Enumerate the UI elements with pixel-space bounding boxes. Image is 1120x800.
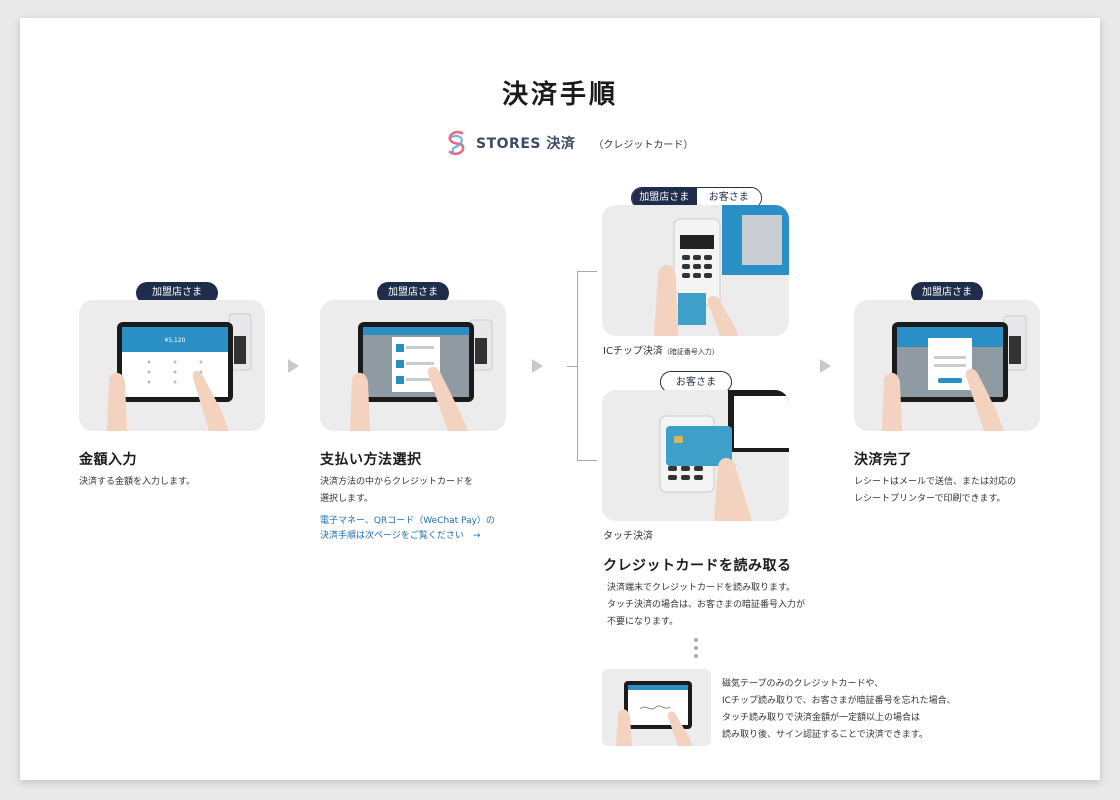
link-line[interactable]: 決済手順は次ページをご覧ください → (320, 529, 495, 544)
step3-desc-line: タッチ決済の場合は、お客さまの暗証番号入力が (607, 600, 806, 610)
ic-caption: ICチップ決済（暗証番号入力） (603, 342, 719, 357)
step3-desc: 決済端末でクレジットカードを読み取ります。 タッチ決済の場合は、お客さまの暗証番… (607, 580, 805, 631)
brand-subtitle: （クレジットカード） (593, 139, 694, 151)
stores-logo-icon (448, 130, 465, 156)
note-line: タッチ読み取りで決済金額が一定額以上の場合は (722, 713, 921, 723)
ellipsis-dot (694, 654, 698, 658)
signature-note: 磁気テープのみのクレジットカードや、 ICチップ読み取りで、お客さまが暗証番号を… (722, 676, 956, 744)
signature-photo (602, 669, 711, 746)
signature-tablet-illustration (616, 681, 692, 746)
step1-photo: ¥5,120 (79, 300, 265, 431)
step2-desc-line: 選択します。 (320, 494, 374, 504)
step1-desc: 決済する金額を入力します。 (79, 474, 195, 491)
step1-title: 金額入力 (79, 452, 137, 468)
step4-title: 決済完了 (854, 452, 912, 468)
tablet-method-illustration (350, 319, 493, 431)
step3-desc-line: 不要になります。 (607, 617, 679, 627)
step2-desc-line: 決済方法の中からクレジットカードを (320, 477, 474, 487)
note-line: 読み取り後、サイン認証することで決済できます。 (722, 730, 928, 740)
touch-photo (602, 390, 789, 521)
touch-terminal-illustration (659, 390, 789, 521)
note-line: 磁気テープのみのクレジットカードや、 (722, 679, 884, 689)
ic-caption-note: （暗証番号入力） (662, 348, 719, 356)
step2-title: 支払い方法選択 (320, 452, 422, 468)
step4-photo (854, 300, 1040, 431)
ic-caption-text: ICチップ決済 (603, 346, 663, 357)
step4-desc-line: レシートプリンターで印刷できます。 (854, 494, 1006, 504)
bracket-stem (567, 366, 577, 367)
bracket-vertical (577, 271, 578, 461)
tablet-amount-illustration: ¥5,120 (107, 313, 252, 431)
ellipsis-dot (694, 638, 698, 642)
note-line: ICチップ読み取りで、お客さまが暗証番号を忘れた場合、 (722, 696, 956, 706)
touch-caption: タッチ決済 (603, 531, 653, 542)
triangle-arrow-icon (288, 359, 299, 373)
triangle-arrow-icon (532, 359, 543, 373)
bracket-bottom (577, 460, 597, 461)
brand-name: STORES 決済 (476, 136, 576, 152)
step1-desc-line: 決済する金額を入力します。 (79, 477, 196, 487)
screen-amount: ¥5,120 (165, 337, 186, 344)
page-title: 決済手順 (501, 80, 618, 110)
step3-title: クレジットカードを読み取る (603, 558, 792, 574)
ellipsis-dot (694, 646, 698, 650)
step4-desc-line: レシートはメールで送信、または対応の (854, 477, 1017, 487)
brand: STORES 決済 （クレジットカード） (444, 128, 693, 158)
ic-terminal-illustration (654, 205, 789, 336)
tablet-complete-illustration (882, 315, 1027, 431)
triangle-arrow-icon (820, 359, 831, 373)
step3-desc-line: 決済端末でクレジットカードを読み取ります。 (607, 583, 796, 593)
step2-photo (320, 300, 506, 431)
step4-desc: レシートはメールで送信、または対応の レシートプリンターで印刷できます。 (854, 474, 1016, 508)
other-methods-link[interactable]: 電子マネー、QRコード（WeChat Pay）の 決済手順は次ページをご覧くださ… (320, 514, 495, 544)
link-line[interactable]: 電子マネー、QRコード（WeChat Pay）の (320, 514, 495, 529)
bracket-top (577, 271, 597, 272)
ic-chip-photo (602, 205, 789, 336)
step2-desc: 決済方法の中からクレジットカードを 選択します。 (320, 474, 473, 508)
